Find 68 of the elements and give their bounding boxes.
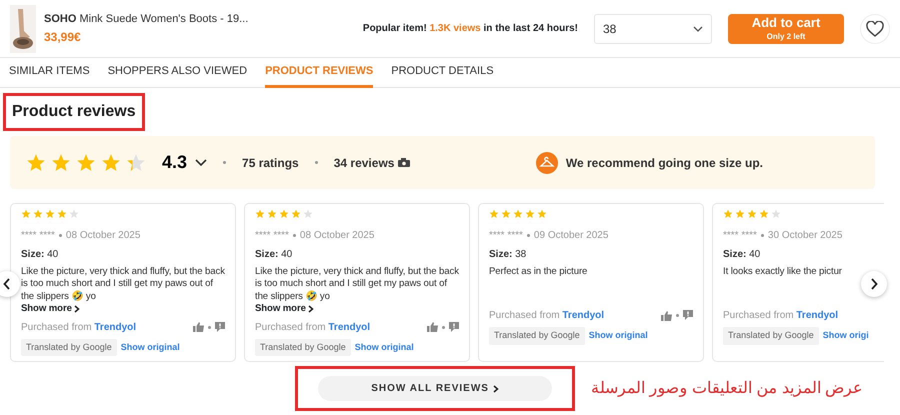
fit-recommendation: We recommend going one size up. xyxy=(566,154,763,172)
annotation-text: عرض المزيد من التعليقات وصور المرسلة xyxy=(591,378,864,399)
product-thumbnail[interactable] xyxy=(10,4,36,52)
like-button[interactable] xyxy=(661,310,672,320)
purchase-source-label: Purchased from xyxy=(255,322,327,333)
purchase-source-label: Purchased from xyxy=(21,322,93,333)
purchase-source-label: Purchased from xyxy=(489,310,561,321)
show-original-link[interactable]: Show original xyxy=(120,340,180,354)
translation-note: Translated by Google xyxy=(489,327,585,344)
reviews-count: 34 reviews xyxy=(334,154,394,172)
chevron-right-icon xyxy=(74,304,80,313)
purchase-source-label: Purchased from xyxy=(723,310,795,321)
reviewer-name: **** **** xyxy=(723,229,757,243)
store-link[interactable]: Trendyol xyxy=(562,310,604,321)
show-more-link[interactable]: Show more xyxy=(255,303,314,316)
like-button[interactable] xyxy=(193,322,204,332)
reviewer-name: **** **** xyxy=(489,229,523,243)
chevron-down-icon xyxy=(195,158,208,166)
translation-note: Translated by Google xyxy=(723,327,819,344)
show-original-link[interactable]: Show origi xyxy=(822,329,869,342)
reviewer-name: **** **** xyxy=(21,229,55,243)
chevron-down-icon xyxy=(693,26,703,32)
like-button[interactable] xyxy=(427,322,438,332)
report-button[interactable] xyxy=(449,322,459,333)
review-date: 09 October 2025 xyxy=(534,229,608,243)
favorite-button[interactable] xyxy=(860,14,890,44)
chevron-left-icon xyxy=(3,278,11,290)
store-link[interactable]: Trendyol xyxy=(328,322,370,333)
product-price: 33,99€ xyxy=(44,28,82,46)
review-date: 08 October 2025 xyxy=(300,229,374,243)
tab[interactable]: PRODUCT REVIEWS xyxy=(265,58,374,88)
review-text: Like the picture, very thick and fluffy, but the back is too much short and I still get my paws out of the slippers 🤣 yo xyxy=(21,266,225,304)
review-size: Size: 40 xyxy=(255,248,294,262)
translation-note: Translated by Google xyxy=(255,338,351,356)
size-dropdown[interactable]: 38 xyxy=(594,14,712,44)
popularity-text: Popular item! 1.3K views in the last 24 hours! xyxy=(362,22,578,36)
review-text: It looks exactly like the pictur xyxy=(723,266,843,278)
show-more-link[interactable]: Show more xyxy=(21,303,80,316)
rating-score-dropdown[interactable]: 4.3 xyxy=(162,149,208,176)
product-name[interactable]: SOHO Mink Suede Women's Boots - 19... xyxy=(44,11,353,28)
chevron-right-icon xyxy=(870,278,878,290)
chevron-right-icon xyxy=(492,384,499,393)
reviewer-name: **** **** xyxy=(255,229,289,243)
ratings-count: 75 ratings xyxy=(242,154,299,172)
show-original-link[interactable]: Show original xyxy=(354,340,414,354)
report-button[interactable] xyxy=(215,322,225,333)
show-all-reviews-button[interactable]: SHOW ALL REVIEWS xyxy=(318,376,552,402)
camera-icon xyxy=(398,158,410,167)
tab[interactable]: SIMILAR ITEMS xyxy=(9,58,90,88)
section-title: Product reviews xyxy=(3,93,145,131)
tab[interactable]: SHOPPERS ALSO VIEWED xyxy=(108,58,248,88)
review-size: Size: 40 xyxy=(723,248,762,262)
hanger-icon xyxy=(536,152,558,174)
tab[interactable]: PRODUCT DETAILS xyxy=(391,58,494,88)
review-date: 30 October 2025 xyxy=(768,229,842,243)
review-text: Perfect as in the picture xyxy=(489,266,588,278)
review-size: Size: 40 xyxy=(21,248,60,262)
review-text: Like the picture, very thick and fluffy, but the back is too much short and I still get my paws out of the slippers 🤣 yo xyxy=(255,266,459,304)
store-link[interactable]: Trendyol xyxy=(94,322,136,333)
store-link[interactable]: Trendyol xyxy=(796,310,838,321)
review-date: 08 October 2025 xyxy=(66,229,140,243)
chevron-right-icon xyxy=(308,304,314,313)
heart-icon xyxy=(866,20,884,36)
translation-note: Translated by Google xyxy=(21,338,117,356)
add-to-cart-button[interactable]: Add to cart Only 2 left xyxy=(728,14,844,44)
review-size: Size: 38 xyxy=(489,248,528,262)
show-original-link[interactable]: Show original xyxy=(588,329,648,342)
report-button[interactable] xyxy=(683,310,693,321)
